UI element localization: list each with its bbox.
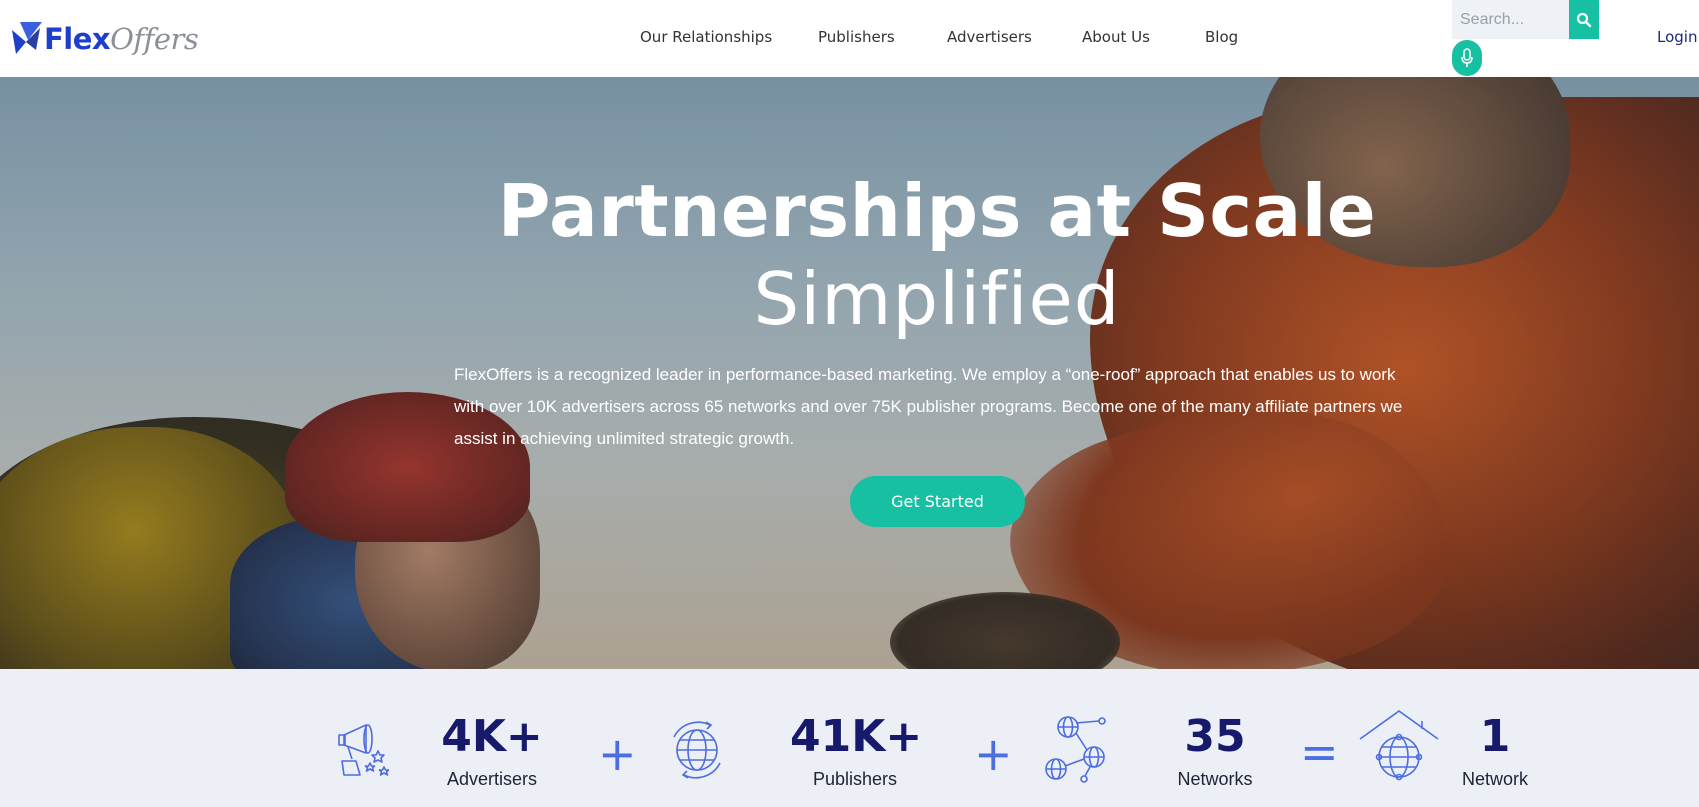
microphone-icon: [1461, 48, 1473, 67]
nav-item-about-us[interactable]: About Us: [1082, 28, 1150, 46]
get-started-button[interactable]: Get Started: [850, 476, 1025, 527]
logo-text-offers: Offers: [110, 22, 199, 56]
nav-item-blog[interactable]: Blog: [1205, 28, 1238, 46]
search-button[interactable]: [1569, 0, 1599, 39]
search-input[interactable]: [1452, 0, 1569, 39]
megaphone-icon: [338, 724, 390, 776]
logo-text-flex: Flex: [44, 22, 111, 56]
stat-networks-label: Networks: [1177, 769, 1253, 789]
network-nodes-icon: [1045, 716, 1106, 783]
house-globe-icon: [1359, 710, 1439, 781]
flexoffers-logo[interactable]: Flex Offers: [10, 20, 199, 58]
stat-advertisers-label: Advertisers: [446, 769, 538, 789]
stat-publishers-label: Publishers: [812, 769, 898, 789]
hero-title: Partnerships at Scale: [497, 169, 1377, 253]
stat-network-label: Network: [1461, 769, 1528, 789]
stat-networks-number: 35: [1184, 711, 1246, 762]
stat-network-number: 1: [1479, 711, 1511, 762]
logo-mark-icon: [12, 22, 42, 54]
login-link[interactable]: Login: [1657, 28, 1697, 46]
nav-item-our-relationships[interactable]: Our Relationships: [640, 28, 772, 46]
hero-description: FlexOffers is a recognized leader in per…: [454, 365, 1403, 448]
hero-section: Partnerships at Scale Simplified FlexOff…: [0, 77, 1699, 669]
globe-cycle-icon: [673, 721, 721, 779]
plus-operator: +: [598, 727, 637, 781]
stat-publishers-number: 41K+: [790, 711, 923, 762]
search-icon: [1576, 12, 1592, 27]
hero-subtitle: Simplified: [753, 257, 1121, 341]
voice-search-button[interactable]: [1452, 40, 1482, 76]
stats-band: 4K+ Advertisers + 41K+ Publishers + 35 N…: [0, 669, 1699, 807]
site-header: Flex Offers Our Relationships Publishers …: [0, 0, 1699, 77]
nav-item-advertisers[interactable]: Advertisers: [947, 28, 1032, 46]
plus-operator: +: [974, 727, 1013, 781]
nav-item-publishers[interactable]: Publishers: [818, 28, 895, 46]
stat-advertisers-number: 4K+: [441, 711, 543, 762]
equals-operator: =: [1300, 725, 1339, 779]
